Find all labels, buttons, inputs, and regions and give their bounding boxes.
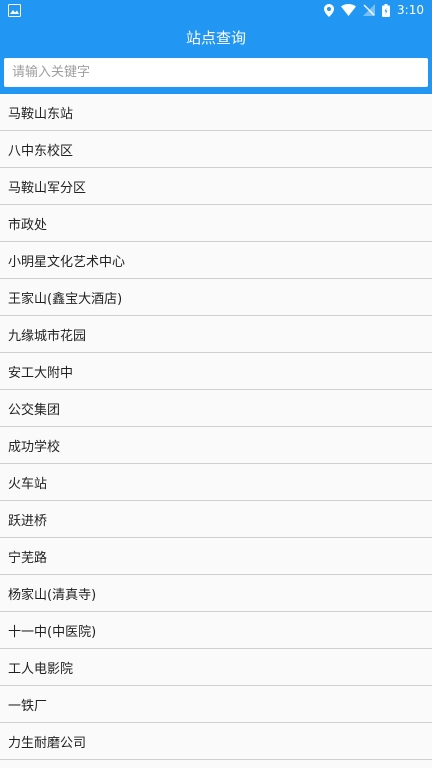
- wifi-icon: [341, 4, 357, 16]
- page-title: 站点查询: [185, 29, 246, 47]
- station-list-item[interactable]: 宁芜路: [0, 538, 432, 575]
- station-name: 安工大附中: [8, 365, 74, 381]
- station-list-item[interactable]: 一铁厂: [0, 686, 432, 723]
- station-name: 马鞍山东站: [8, 106, 74, 122]
- station-name: 工人电影院: [8, 661, 74, 677]
- station-name: 十一中(中医院): [8, 624, 97, 640]
- station-name: 马鞍山军分区: [8, 180, 87, 196]
- station-list-item[interactable]: 公交集团: [0, 390, 432, 427]
- station-list: 马鞍山东站八中东校区马鞍山军分区 市政处小明星文化艺术中心 王家山(鑫宝大酒店) 九缘…: [0, 94, 432, 760]
- status-bar: 3:10: [0, 0, 432, 20]
- station-name: 公交集团: [8, 402, 61, 418]
- station-list-item[interactable]: 成功学校: [0, 427, 432, 464]
- station-name: 小明星文化艺术中心: [8, 254, 126, 270]
- station-list-item[interactable]: 八中东校区: [0, 131, 432, 168]
- station-name: 成功学校: [8, 439, 61, 455]
- station-list-item[interactable]: 力生耐磨公司: [0, 723, 432, 760]
- station-name: 八中东校区: [8, 143, 74, 159]
- search-bar: [0, 55, 432, 94]
- station-name: 火车站: [8, 476, 48, 492]
- station-name: 九缘城市花园: [8, 328, 87, 344]
- station-name: 力生耐磨公司: [8, 735, 87, 751]
- station-name: 一铁厂: [8, 698, 48, 714]
- station-name: 市政处: [8, 217, 48, 233]
- location-icon: [324, 3, 335, 17]
- station-list-item[interactable]: 马鞍山军分区: [0, 168, 432, 205]
- status-time: 3:10: [397, 3, 424, 17]
- station-list-item[interactable]: 九缘城市花园: [0, 316, 432, 353]
- search-input[interactable]: [4, 58, 428, 87]
- station-list-item[interactable]: 跃进桥: [0, 501, 432, 538]
- station-name: 宁芜路: [8, 550, 48, 566]
- station-name: 杨家山(清真寺): [8, 587, 97, 603]
- battery-icon: [382, 3, 391, 17]
- station-list-item[interactable]: 火车站: [0, 464, 432, 501]
- station-list-item[interactable]: 十一中(中医院): [0, 612, 432, 649]
- signal-off-icon: [363, 4, 376, 16]
- station-list-item[interactable]: 小明星文化艺术中心: [0, 242, 432, 279]
- station-list-item[interactable]: 王家山(鑫宝大酒店): [0, 279, 432, 316]
- image-icon: [8, 3, 21, 17]
- station-list-item[interactable]: 杨家山(清真寺): [0, 575, 432, 612]
- station-list-item[interactable]: 安工大附中: [0, 353, 432, 390]
- station-list-item[interactable]: 市政处: [0, 205, 432, 242]
- app-bar: 站点查询: [0, 20, 432, 55]
- station-name: 王家山(鑫宝大酒店): [8, 291, 123, 307]
- station-list-item[interactable]: 马鞍山东站: [0, 94, 432, 131]
- station-list-item[interactable]: 工人电影院: [0, 649, 432, 686]
- station-name: 跃进桥: [8, 513, 48, 529]
